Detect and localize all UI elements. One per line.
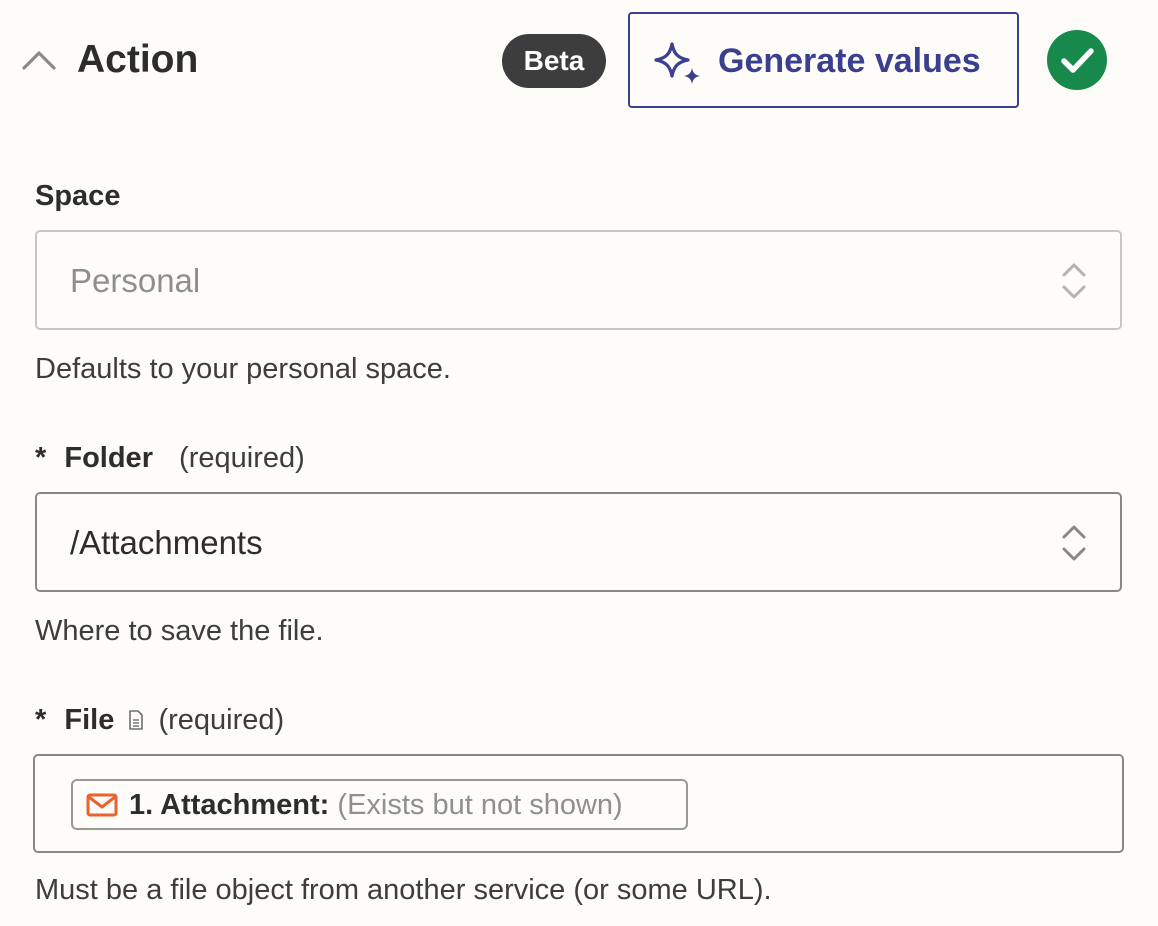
file-label: File — [64, 704, 115, 736]
chevron-up-icon[interactable] — [20, 44, 58, 74]
section-title: Action — [77, 38, 199, 81]
folder-required-note: (required) — [179, 442, 305, 474]
pill-value: (Exists but not shown) — [337, 789, 623, 821]
folder-select-value: /Attachments — [70, 524, 263, 561]
mapped-field-pill[interactable]: 1. Attachment: (Exists but not shown) — [71, 779, 688, 830]
mail-icon — [86, 793, 118, 817]
folder-label-row: * Folder (required) — [35, 442, 305, 475]
file-required-note: (required) — [158, 704, 285, 736]
space-help-text: Defaults to your personal space. — [35, 353, 451, 385]
space-select-value: Personal — [70, 262, 201, 299]
chevron-up-down-icon — [1062, 263, 1086, 299]
action-header: Action Beta Generate values — [0, 0, 1158, 120]
chevron-up-down-icon — [1062, 525, 1086, 561]
space-label: Space — [35, 180, 121, 212]
required-marker: * — [35, 442, 47, 474]
required-marker: * — [35, 704, 47, 736]
file-input[interactable]: 1. Attachment: (Exists but not shown) — [33, 754, 1124, 853]
pill-label-row: 1. Attachment: (Exists but not shown) — [129, 789, 623, 822]
folder-help-text: Where to save the file. — [35, 615, 324, 647]
action-panel: Action Beta Generate values Space Person… — [0, 0, 1158, 926]
folder-label: Folder — [64, 442, 153, 474]
file-help-text: Must be a file object from another servi… — [35, 874, 772, 906]
document-icon[interactable] — [128, 710, 144, 730]
check-circle-icon — [1047, 30, 1107, 90]
beta-badge: Beta — [502, 34, 606, 88]
pill-label: 1. Attachment: — [129, 789, 330, 821]
folder-select[interactable]: /Attachments — [35, 492, 1122, 592]
generate-values-button[interactable]: Generate values — [628, 12, 1019, 108]
generate-values-label: Generate values — [718, 42, 981, 80]
file-label-row: * File (required) — [35, 704, 284, 737]
sparkle-icon — [654, 42, 700, 84]
space-select[interactable]: Personal — [35, 230, 1122, 330]
